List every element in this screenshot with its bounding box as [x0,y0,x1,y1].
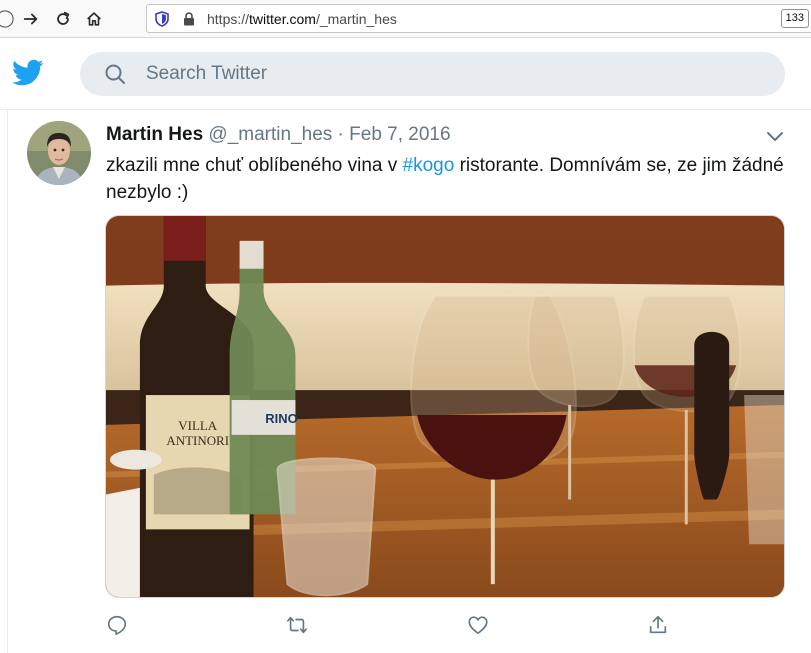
water-label-text: RINO [265,411,297,426]
url-bar[interactable]: https://twitter.com/_martin_hes 133 [146,4,811,33]
search-box[interactable] [80,52,785,96]
search-input[interactable] [146,52,746,96]
separator-dot: · [337,124,344,145]
tweet-text-start: zkazili mne chuť oblíbeného vina v [106,155,403,176]
tracking-shield-icon[interactable] [155,11,169,27]
tweet-date[interactable]: Feb 7, 2016 [349,124,450,145]
url-host: twitter.com [249,11,316,27]
share-icon [649,615,667,634]
url-text[interactable]: https://twitter.com/_martin_hes [207,11,397,27]
forward-arrow-icon [23,13,38,25]
avatar[interactable] [27,121,91,185]
lock-icon[interactable] [183,12,195,26]
back-button[interactable] [0,6,18,32]
url-path: /_martin_hes [315,11,397,27]
retweet-button[interactable] [282,610,312,640]
twitter-header [0,38,811,110]
display-name[interactable]: Martin Hes [106,124,203,145]
chevron-down-icon[interactable] [765,126,785,146]
like-button[interactable] [463,610,493,640]
share-button[interactable] [643,610,673,640]
forward-button[interactable] [18,6,44,32]
retweet-icon [287,616,307,634]
back-icon [0,10,14,28]
tweet-header: Martin Hes @_martin_hes · Feb 7, 2016 [106,124,451,146]
avatar-photo [27,121,91,185]
home-button[interactable] [81,6,107,32]
user-handle[interactable]: @_martin_hes [208,124,332,145]
twitter-bird-logo-icon[interactable] [12,59,44,87]
search-icon [105,64,125,84]
zoom-level-badge[interactable]: 133 [780,9,809,28]
tweet-text: zkazili mne chuť oblíbeného vina v #kogo… [106,152,796,206]
reply-button[interactable] [102,610,132,640]
wine-label-text: VILLA [178,418,218,433]
hashtag-link[interactable]: #kogo [403,155,455,176]
heart-icon [468,616,488,635]
home-icon [87,12,101,26]
reload-icon [57,11,70,25]
tweet-photo[interactable]: VILLA ANTINORI RINO [105,215,785,598]
tweet[interactable]: Martin Hes @_martin_hes · Feb 7, 2016 zk… [7,110,811,653]
browser-toolbar: https://twitter.com/_martin_hes 133 [0,0,811,38]
wine-label-text-2: ANTINORI [166,433,229,448]
reply-icon [107,615,127,635]
restaurant-wine-photo: VILLA ANTINORI RINO [106,216,784,597]
reload-button[interactable] [50,6,76,32]
tweet-actions [105,610,785,640]
url-protocol: https:// [207,11,250,27]
